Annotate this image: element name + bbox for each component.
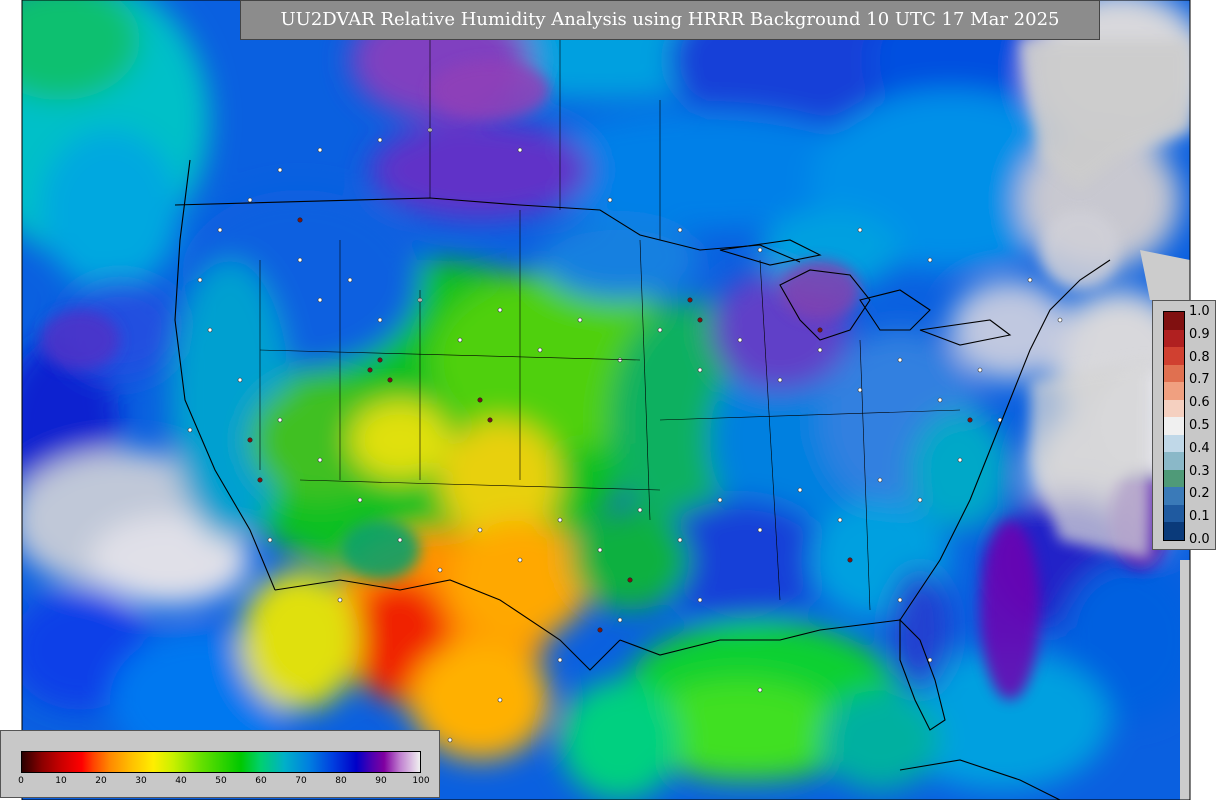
rh-colorbar-tick: 50	[215, 776, 227, 786]
rh-colorbar-tick: 30	[135, 776, 147, 786]
obs-colorbar-segment	[1164, 382, 1184, 400]
obs-colorbar-tick: 0.8	[1189, 349, 1210, 365]
rh-colorbar-tick: 60	[255, 776, 267, 786]
rh-colorbar: 0 10 20 30 40 50 60 70 80 90 100	[0, 730, 440, 798]
obs-colorbar-tick: 0.9	[1189, 326, 1210, 342]
rh-colorbar-tick: 10	[55, 776, 67, 786]
map-canvas	[0, 0, 1216, 800]
obs-colorbar-tick: 0.4	[1189, 440, 1210, 456]
obs-colorbar-segment	[1164, 329, 1184, 348]
rh-colorbar-tick: 0	[18, 776, 24, 786]
rh-colorbar-tick: 20	[95, 776, 107, 786]
obs-colorbar-tick: 0.0	[1189, 532, 1210, 547]
obs-colorbar-tick: 0.6	[1189, 395, 1210, 411]
obs-colorbar-tick: 0.2	[1189, 486, 1210, 502]
rh-colorbar-tick: 70	[295, 776, 307, 786]
obs-colorbar-segment	[1164, 364, 1184, 383]
obs-colorbar-segment	[1164, 417, 1184, 435]
rh-colorbar-tick: 100	[412, 776, 430, 786]
observation-colorbar: 0.0 0.1 0.2 0.3 0.4 0.5 0.6 0.7 0.8 0.9 1.0	[1152, 300, 1216, 550]
obs-colorbar-tick: 1.0	[1189, 304, 1210, 319]
obs-colorbar-segment	[1164, 522, 1184, 540]
obs-colorbar-segment	[1164, 487, 1184, 505]
rh-colorbar-tick: 80	[335, 776, 347, 786]
obs-colorbar-tick: 0.7	[1189, 372, 1210, 388]
rh-colorbar-tick: 90	[375, 776, 387, 786]
rh-colorbar-tick: 40	[175, 776, 187, 786]
obs-colorbar-segment	[1164, 452, 1184, 470]
rh-field	[22, 0, 1190, 800]
rh-colorbar-scale	[21, 751, 421, 773]
obs-colorbar-segment	[1164, 469, 1184, 488]
obs-colorbar-segment	[1164, 399, 1184, 418]
obs-colorbar-tick: 0.1	[1189, 509, 1210, 525]
observation-colorbar-scale	[1163, 311, 1185, 541]
obs-colorbar-tick: 0.5	[1189, 418, 1210, 433]
obs-colorbar-segment	[1164, 504, 1184, 523]
map-title: UU2DVAR Relative Humidity Analysis using…	[240, 0, 1100, 40]
rh-analysis-map	[0, 0, 1216, 800]
obs-colorbar-segment	[1164, 312, 1184, 330]
obs-colorbar-segment	[1164, 347, 1184, 365]
obs-colorbar-tick: 0.3	[1189, 463, 1210, 479]
obs-colorbar-segment	[1164, 434, 1184, 453]
